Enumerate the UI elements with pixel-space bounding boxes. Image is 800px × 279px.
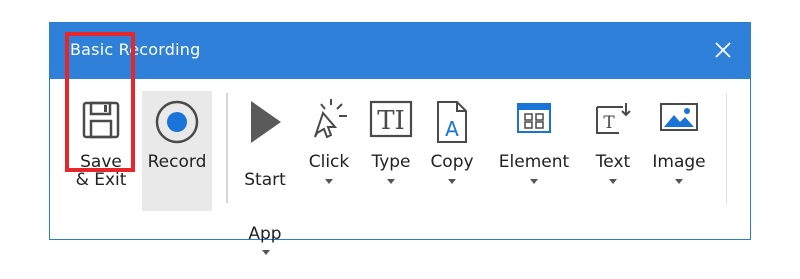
text-dropdown-arrow[interactable] [609, 179, 617, 184]
svg-text:T: T [603, 113, 615, 133]
start-app-dropdown-arrow[interactable] [262, 249, 270, 255]
copy-text-icon: A [435, 99, 469, 149]
image-label: Image [652, 152, 706, 172]
type-button[interactable]: TI Type [368, 91, 414, 211]
record-button[interactable]: Record [142, 91, 212, 211]
copy-label: Copy [430, 152, 474, 172]
play-icon [247, 99, 283, 149]
toolbar-separator [226, 93, 228, 203]
copy-button[interactable]: A Copy [428, 91, 476, 211]
text-button[interactable]: T Text [588, 91, 638, 211]
close-icon [715, 42, 731, 58]
recording-toolbar: Save & Exit Record Start App Click TI Ty… [50, 79, 750, 255]
svg-text:A: A [445, 117, 459, 141]
close-button[interactable] [710, 37, 736, 63]
click-label: Click [308, 152, 350, 172]
image-icon [658, 99, 700, 141]
text-insert-icon: T [593, 99, 633, 143]
basic-recording-window: Basic Recording Save & Exit Record Start… [49, 22, 751, 255]
save-exit-highlight-box [65, 32, 135, 172]
cursor-click-icon [309, 99, 349, 147]
window-grid-icon [514, 99, 554, 143]
start-app-label: Start App [236, 153, 294, 279]
image-button[interactable]: Image [648, 91, 710, 211]
element-button[interactable]: Element [494, 91, 574, 211]
record-icon [154, 99, 200, 149]
record-label: Record [147, 152, 207, 172]
image-dropdown-arrow[interactable] [675, 179, 683, 184]
start-app-label-app: App [248, 224, 282, 244]
title-bar: Basic Recording [50, 23, 750, 79]
click-button[interactable]: Click [304, 91, 354, 211]
text-label: Text [595, 152, 631, 172]
start-app-label-line1: Start [244, 170, 286, 190]
start-app-button[interactable]: Start App [236, 91, 294, 255]
start-app-label-line2: App [236, 207, 294, 261]
copy-dropdown-arrow[interactable] [448, 179, 456, 184]
click-dropdown-arrow[interactable] [325, 179, 333, 184]
toolbar-end-separator [726, 93, 727, 205]
type-dropdown-arrow[interactable] [387, 179, 395, 184]
type-icon: TI [369, 99, 413, 143]
svg-text:TI: TI [377, 106, 405, 136]
type-label: Type [371, 152, 411, 172]
element-label: Element [498, 152, 570, 172]
element-dropdown-arrow[interactable] [530, 179, 538, 184]
